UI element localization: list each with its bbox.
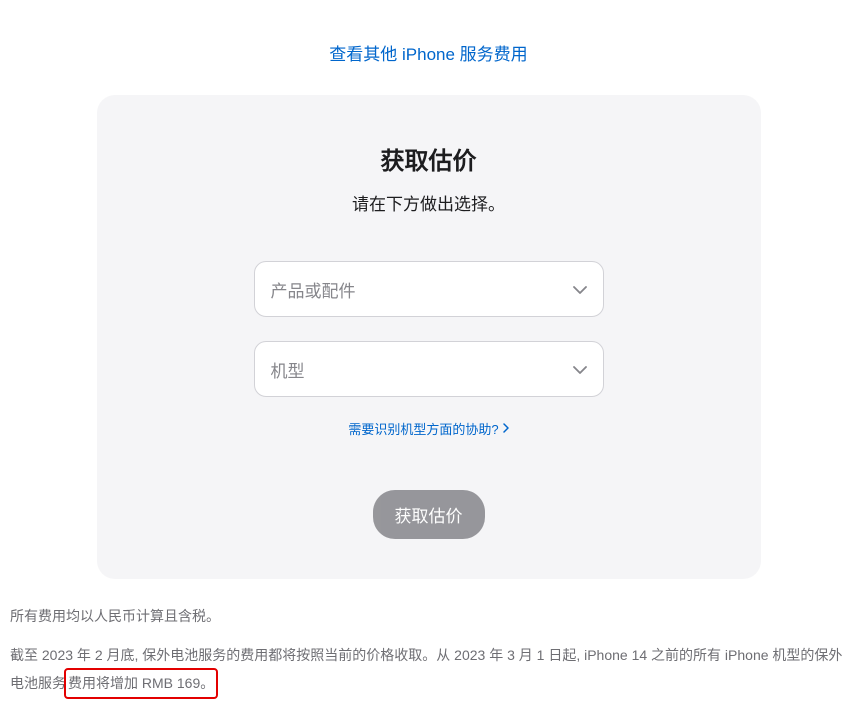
help-link-label: 需要识别机型方面的协助? (348, 419, 498, 438)
estimate-card: 获取估价 请在下方做出选择。 产品或配件 机型 需要识别机型方面的协助? 获取估… (97, 95, 761, 579)
product-select[interactable]: 产品或配件 (254, 261, 604, 317)
footer-notes: 所有费用均以人民币计算且含税。 截至 2023 年 2 月底, 保外电池服务的费… (10, 603, 847, 699)
model-select[interactable]: 机型 (254, 341, 604, 397)
price-increase-highlight: 费用将增加 RMB 169。 (64, 668, 218, 699)
view-other-services-link[interactable]: 查看其他 iPhone 服务费用 (329, 45, 527, 64)
footer-line-1: 所有费用均以人民币计算且含税。 (10, 603, 847, 630)
footer-line-2: 截至 2023 年 2 月底, 保外电池服务的费用都将按照当前的价格收取。从 2… (10, 642, 847, 699)
chevron-down-icon (573, 279, 587, 299)
identify-model-help-link[interactable]: 需要识别机型方面的协助? (348, 419, 508, 438)
model-select-placeholder: 机型 (271, 357, 305, 382)
get-estimate-button[interactable]: 获取估价 (373, 490, 485, 539)
chevron-down-icon (573, 359, 587, 379)
product-select-placeholder: 产品或配件 (271, 277, 356, 302)
card-title: 获取估价 (137, 141, 721, 176)
chevron-right-icon (503, 421, 509, 436)
card-subtitle: 请在下方做出选择。 (137, 190, 721, 215)
